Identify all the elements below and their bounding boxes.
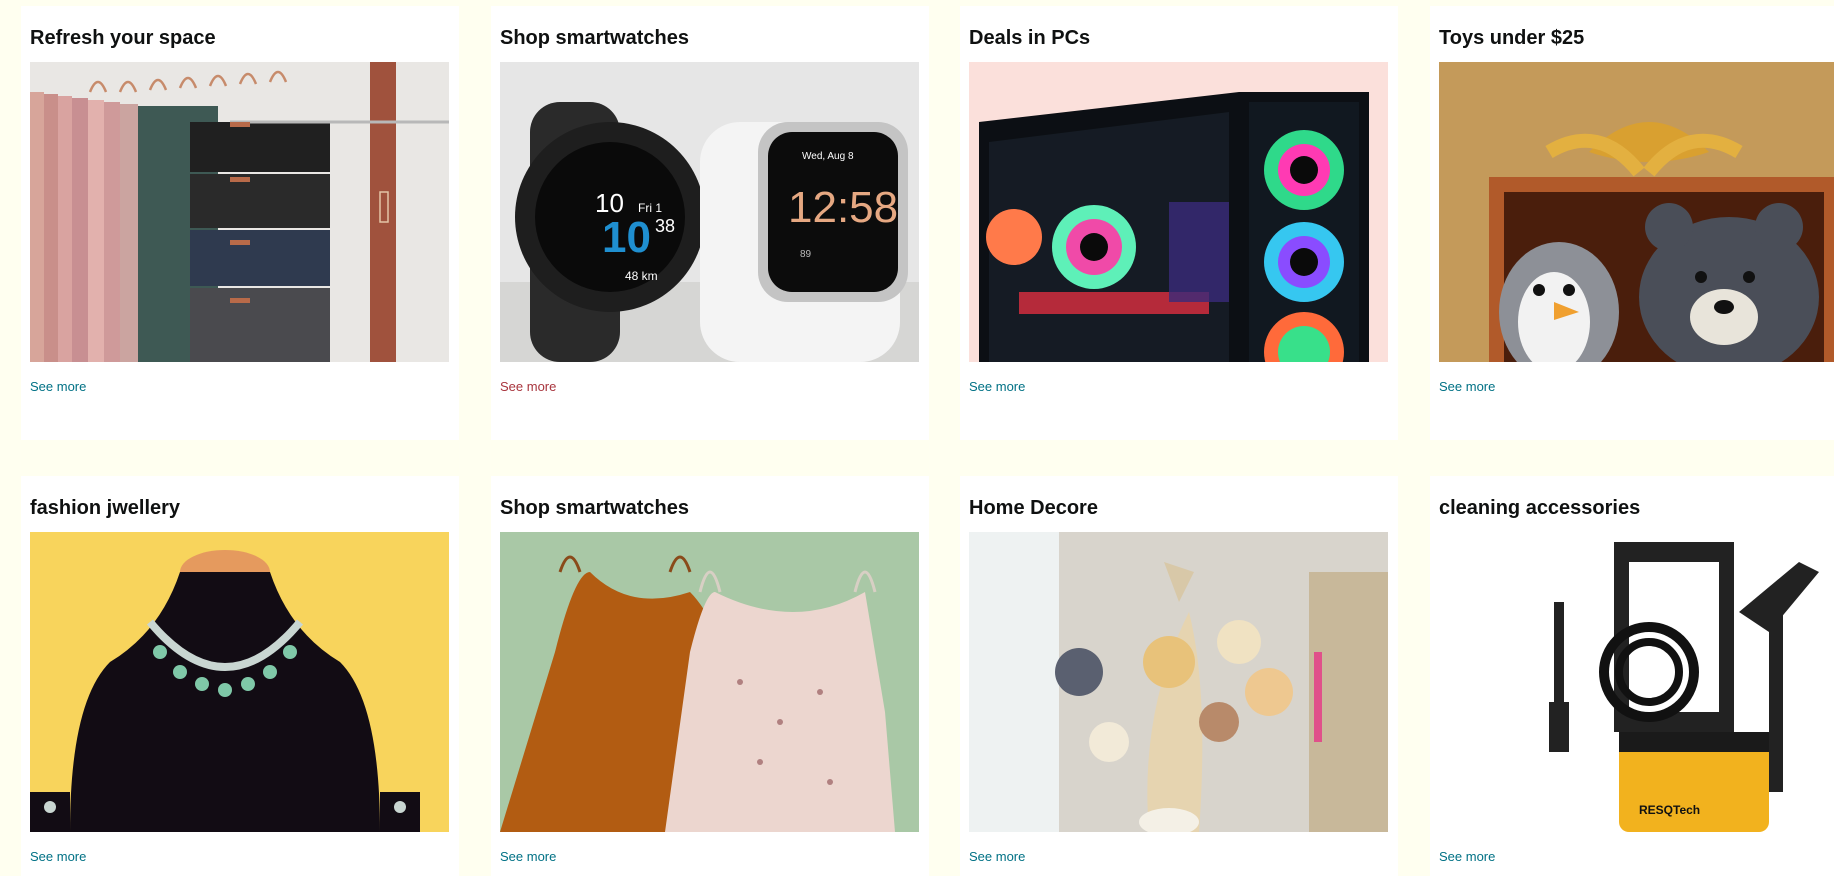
card-title: Deals in PCs bbox=[969, 27, 1091, 49]
see-more-link[interactable]: See more bbox=[30, 379, 86, 394]
plush-toys-image[interactable] bbox=[1439, 62, 1834, 362]
watch-seconds: 38 bbox=[655, 216, 675, 236]
card-title: Shop smartwatches bbox=[500, 27, 689, 49]
pressure-washer-image[interactable]: RESQTech bbox=[1439, 532, 1834, 832]
watch-clock: 12:58 bbox=[788, 183, 898, 232]
card-title: fashion jwellery bbox=[30, 497, 181, 519]
see-more-link[interactable]: See more bbox=[1439, 849, 1495, 864]
card-title: Toys under $25 bbox=[1439, 27, 1585, 49]
card-home-decore: Home Decore See more bbox=[960, 476, 1398, 876]
see-more-link[interactable]: See more bbox=[500, 849, 556, 864]
gaming-pc-image[interactable] bbox=[969, 62, 1388, 362]
see-more-link[interactable]: See more bbox=[30, 849, 86, 864]
dried-flowers-image[interactable] bbox=[969, 532, 1388, 832]
clothes-hanger-image[interactable] bbox=[30, 62, 449, 362]
card-title: Home Decore bbox=[969, 497, 1098, 519]
watch-day: Wed, Aug 8 bbox=[802, 151, 854, 162]
card-title: cleaning accessories bbox=[1439, 497, 1641, 519]
card-refresh-your-space: Refresh your space See more bbox=[21, 6, 459, 440]
see-more-link[interactable]: See more bbox=[969, 849, 1025, 864]
card-title: Shop smartwatches bbox=[500, 497, 689, 519]
see-more-link[interactable]: See more bbox=[500, 379, 556, 394]
necklace-image[interactable] bbox=[30, 532, 449, 832]
card-cleaning-accessories: cleaning accessories RESQTech See more bbox=[1430, 476, 1834, 876]
see-more-link[interactable]: See more bbox=[969, 379, 1025, 394]
card-deals-in-pcs: Deals in PCs See more bbox=[960, 6, 1398, 440]
see-more-link[interactable]: See more bbox=[1439, 379, 1495, 394]
card-shop-smartwatches: Shop smartwatches 10 Fri 1 10 38 48 km W… bbox=[491, 6, 929, 440]
watch-distance: 48 km bbox=[625, 269, 658, 283]
brand-logo-text: RESQTech bbox=[1639, 803, 1700, 817]
smartwatches-image[interactable]: 10 Fri 1 10 38 48 km Wed, Aug 8 12:58 89 bbox=[500, 62, 919, 362]
card-toys-under-25: Toys under $25 See more bbox=[1430, 6, 1834, 440]
watch-time-minutes: 10 bbox=[602, 213, 651, 262]
card-title: Refresh your space bbox=[30, 27, 216, 49]
dresses-image[interactable] bbox=[500, 532, 919, 832]
watch-stat: 89 bbox=[800, 249, 812, 260]
card-fashion-jwellery: fashion jwellery See more bbox=[21, 476, 459, 876]
card-shop-smartwatches-2: Shop smartwatches See more bbox=[491, 476, 929, 876]
